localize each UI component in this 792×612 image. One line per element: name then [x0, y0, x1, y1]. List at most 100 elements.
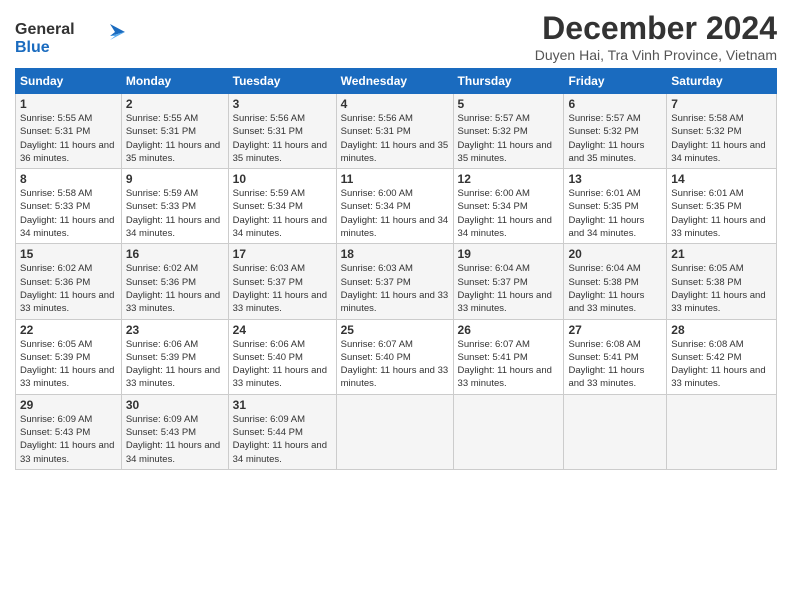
day-number: 19	[458, 247, 560, 261]
day-info: Sunrise: 5:58 AMSunset: 5:32 PMDaylight:…	[671, 113, 765, 164]
table-row: 25 Sunrise: 6:07 AMSunset: 5:40 PMDayligh…	[336, 319, 453, 394]
table-row: 23 Sunrise: 6:06 AMSunset: 5:39 PMDayligh…	[121, 319, 228, 394]
day-info: Sunrise: 5:55 AMSunset: 5:31 PMDaylight:…	[20, 113, 114, 164]
day-number: 10	[233, 172, 332, 186]
table-row: 31 Sunrise: 6:09 AMSunset: 5:44 PMDayligh…	[228, 394, 336, 469]
table-row: 10 Sunrise: 5:59 AMSunset: 5:34 PMDayligh…	[228, 169, 336, 244]
day-info: Sunrise: 6:06 AMSunset: 5:39 PMDaylight:…	[126, 339, 220, 390]
day-number: 17	[233, 247, 332, 261]
day-number: 9	[126, 172, 224, 186]
table-row: 21Sunrise: 6:05 AMSunset: 5:38 PMDayligh…	[667, 244, 777, 319]
day-number: 13	[568, 172, 662, 186]
subtitle: Duyen Hai, Tra Vinh Province, Vietnam	[535, 47, 777, 63]
day-number: 14	[671, 172, 772, 186]
day-info: Sunrise: 6:00 AMSunset: 5:34 PMDaylight:…	[341, 188, 449, 239]
day-info: Sunrise: 5:59 AMSunset: 5:33 PMDaylight:…	[126, 188, 220, 239]
day-number: 12	[458, 172, 560, 186]
day-info: Sunrise: 6:09 AMSunset: 5:43 PMDaylight:…	[126, 414, 220, 465]
table-row: 19 Sunrise: 6:04 AMSunset: 5:37 PMDayligh…	[453, 244, 564, 319]
day-number: 8	[20, 172, 117, 186]
table-row: 22Sunrise: 6:05 AMSunset: 5:39 PMDayligh…	[16, 319, 122, 394]
day-info: Sunrise: 5:55 AMSunset: 5:31 PMDaylight:…	[126, 113, 220, 164]
day-info: Sunrise: 6:05 AMSunset: 5:39 PMDaylight:…	[20, 339, 114, 390]
calendar-header-row: Sunday Monday Tuesday Wednesday Thursday…	[16, 69, 777, 94]
day-number: 31	[233, 398, 332, 412]
logo: General Blue	[15, 14, 125, 64]
table-row: 8 Sunrise: 5:58 AMSunset: 5:33 PMDaylight…	[16, 169, 122, 244]
day-number: 26	[458, 323, 560, 337]
col-thursday: Thursday	[453, 69, 564, 94]
table-row: 9 Sunrise: 5:59 AMSunset: 5:33 PMDaylight…	[121, 169, 228, 244]
table-row: 26 Sunrise: 6:07 AMSunset: 5:41 PMDayligh…	[453, 319, 564, 394]
day-number: 6	[568, 97, 662, 111]
col-friday: Friday	[564, 69, 667, 94]
day-info: Sunrise: 5:58 AMSunset: 5:33 PMDaylight:…	[20, 188, 114, 239]
day-number: 29	[20, 398, 117, 412]
col-tuesday: Tuesday	[228, 69, 336, 94]
table-row: 24 Sunrise: 6:06 AMSunset: 5:40 PMDayligh…	[228, 319, 336, 394]
day-number: 11	[341, 172, 449, 186]
table-row	[667, 394, 777, 469]
day-number: 30	[126, 398, 224, 412]
day-number: 24	[233, 323, 332, 337]
table-row: 6Sunrise: 5:57 AMSunset: 5:32 PMDaylight…	[564, 94, 667, 169]
table-row: 12 Sunrise: 6:00 AMSunset: 5:34 PMDayligh…	[453, 169, 564, 244]
day-number: 4	[341, 97, 449, 111]
day-number: 2	[126, 97, 224, 111]
col-monday: Monday	[121, 69, 228, 94]
table-row: 4 Sunrise: 5:56 AMSunset: 5:31 PMDaylight…	[336, 94, 453, 169]
day-info: Sunrise: 5:56 AMSunset: 5:31 PMDaylight:…	[341, 113, 449, 164]
day-info: Sunrise: 6:07 AMSunset: 5:40 PMDaylight:…	[341, 339, 449, 390]
svg-text:Blue: Blue	[15, 39, 50, 56]
day-info: Sunrise: 6:03 AMSunset: 5:37 PMDaylight:…	[341, 263, 449, 314]
table-row	[453, 394, 564, 469]
table-row: 13Sunrise: 6:01 AMSunset: 5:35 PMDayligh…	[564, 169, 667, 244]
main-title: December 2024	[535, 10, 777, 47]
col-saturday: Saturday	[667, 69, 777, 94]
day-info: Sunrise: 6:01 AMSunset: 5:35 PMDaylight:…	[671, 188, 765, 239]
logo-text: General Blue	[15, 14, 125, 64]
calendar-week-row: 1 Sunrise: 5:55 AMSunset: 5:31 PMDaylight…	[16, 94, 777, 169]
day-info: Sunrise: 6:07 AMSunset: 5:41 PMDaylight:…	[458, 339, 552, 390]
day-info: Sunrise: 6:08 AMSunset: 5:42 PMDaylight:…	[671, 339, 765, 390]
day-number: 28	[671, 323, 772, 337]
header-row: General Blue December 2024 Duyen Hai, Tr…	[15, 10, 777, 64]
table-row: 27Sunrise: 6:08 AMSunset: 5:41 PMDayligh…	[564, 319, 667, 394]
day-info: Sunrise: 6:02 AMSunset: 5:36 PMDaylight:…	[20, 263, 114, 314]
day-info: Sunrise: 6:09 AMSunset: 5:43 PMDaylight:…	[20, 414, 114, 465]
table-row	[336, 394, 453, 469]
table-row: 11 Sunrise: 6:00 AMSunset: 5:34 PMDayligh…	[336, 169, 453, 244]
table-row: 17 Sunrise: 6:03 AMSunset: 5:37 PMDayligh…	[228, 244, 336, 319]
day-info: Sunrise: 6:06 AMSunset: 5:40 PMDaylight:…	[233, 339, 327, 390]
table-row: 2 Sunrise: 5:55 AMSunset: 5:31 PMDaylight…	[121, 94, 228, 169]
table-row: 14 Sunrise: 6:01 AMSunset: 5:35 PMDayligh…	[667, 169, 777, 244]
title-block: December 2024 Duyen Hai, Tra Vinh Provin…	[535, 10, 777, 63]
day-number: 20	[568, 247, 662, 261]
day-number: 25	[341, 323, 449, 337]
table-row: 30 Sunrise: 6:09 AMSunset: 5:43 PMDayligh…	[121, 394, 228, 469]
svg-text:General: General	[15, 21, 75, 38]
day-number: 16	[126, 247, 224, 261]
table-row: 29 Sunrise: 6:09 AMSunset: 5:43 PMDayligh…	[16, 394, 122, 469]
col-sunday: Sunday	[16, 69, 122, 94]
col-wednesday: Wednesday	[336, 69, 453, 94]
day-number: 3	[233, 97, 332, 111]
table-row: 20 Sunrise: 6:04 AMSunset: 5:38 PMDayligh…	[564, 244, 667, 319]
day-info: Sunrise: 6:05 AMSunset: 5:38 PMDaylight:…	[671, 263, 765, 314]
table-row	[564, 394, 667, 469]
day-info: Sunrise: 6:09 AMSunset: 5:44 PMDaylight:…	[233, 414, 327, 465]
day-info: Sunrise: 6:04 AMSunset: 5:37 PMDaylight:…	[458, 263, 552, 314]
calendar-table: Sunday Monday Tuesday Wednesday Thursday…	[15, 68, 777, 470]
day-info: Sunrise: 6:03 AMSunset: 5:37 PMDaylight:…	[233, 263, 327, 314]
day-number: 23	[126, 323, 224, 337]
table-row: 15Sunrise: 6:02 AMSunset: 5:36 PMDayligh…	[16, 244, 122, 319]
calendar-week-row: 22Sunrise: 6:05 AMSunset: 5:39 PMDayligh…	[16, 319, 777, 394]
day-info: Sunrise: 5:59 AMSunset: 5:34 PMDaylight:…	[233, 188, 327, 239]
day-info: Sunrise: 6:08 AMSunset: 5:41 PMDaylight:…	[568, 339, 644, 390]
calendar-week-row: 29 Sunrise: 6:09 AMSunset: 5:43 PMDayligh…	[16, 394, 777, 469]
day-number: 1	[20, 97, 117, 111]
day-info: Sunrise: 6:00 AMSunset: 5:34 PMDaylight:…	[458, 188, 552, 239]
calendar-week-row: 8 Sunrise: 5:58 AMSunset: 5:33 PMDaylight…	[16, 169, 777, 244]
day-info: Sunrise: 6:04 AMSunset: 5:38 PMDaylight:…	[568, 263, 644, 314]
page-container: General Blue December 2024 Duyen Hai, Tr…	[0, 0, 792, 480]
